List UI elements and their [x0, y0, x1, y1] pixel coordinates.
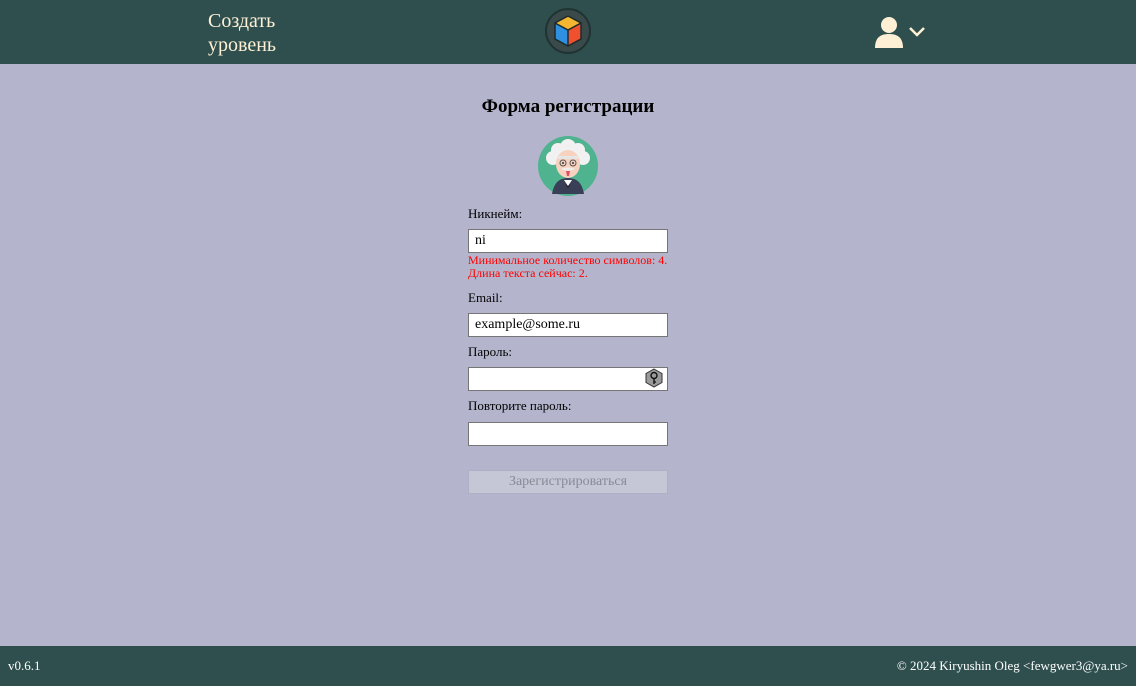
email-label: Email: — [468, 290, 503, 305]
password-label: Пароль: — [468, 344, 513, 359]
create-level-link[interactable]: Создать уровень — [208, 9, 298, 57]
form-title: Форма регистрации — [481, 96, 655, 117]
user-icon — [875, 17, 903, 48]
einstein-avatar-icon[interactable] — [538, 136, 598, 196]
nickname-error: Минимальное количество символов: 4. Длин… — [468, 253, 668, 280]
repeat-password-input[interactable] — [468, 422, 668, 446]
password-input[interactable] — [468, 367, 668, 391]
nickname-label: Никнейм: — [468, 206, 523, 221]
app-header: Создать уровень — [0, 0, 1136, 64]
version-label: v0.6.1 — [8, 658, 41, 673]
key-icon[interactable] — [644, 368, 664, 388]
chevron-down-icon — [909, 27, 925, 37]
cube-logo-icon[interactable] — [544, 7, 592, 55]
copyright-text: © 2024 Kiryushin Oleg <fewgwer3@ya.ru> — [896, 658, 1128, 673]
repeat-password-label: Повторите пароль: — [468, 398, 572, 413]
nickname-input[interactable] — [468, 229, 668, 253]
register-button[interactable]: Зарегистрироваться — [468, 470, 668, 494]
email-input[interactable] — [468, 313, 668, 337]
app-footer: v0.6.1 © 2024 Kiryushin Oleg <fewgwer3@y… — [0, 646, 1136, 686]
registration-page: Форма регистрации Никнейм: Минимальное к… — [0, 64, 1136, 646]
user-menu[interactable] — [874, 14, 930, 50]
